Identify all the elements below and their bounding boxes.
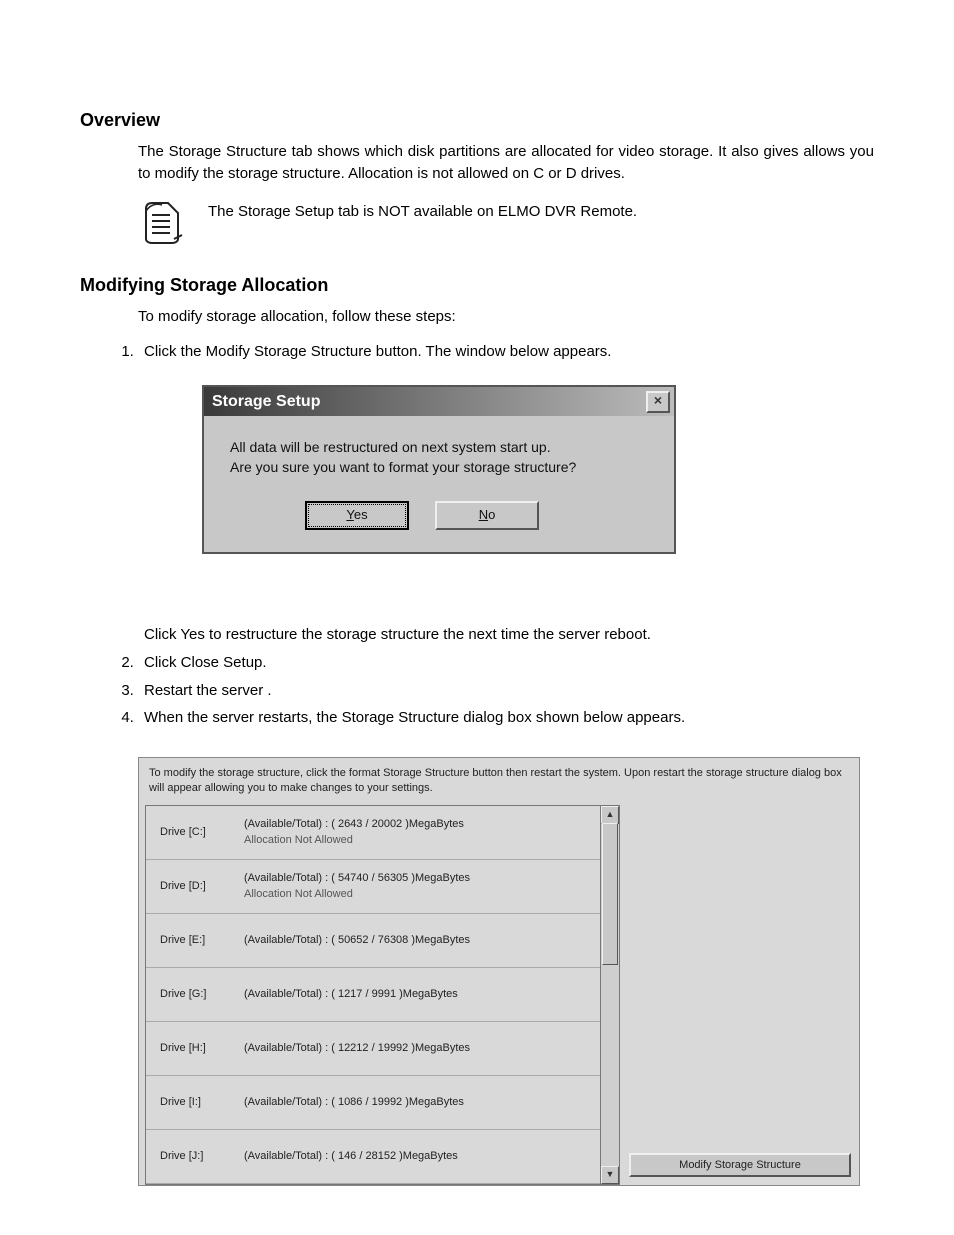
overview-note: The Storage Setup tab is NOT available o… <box>208 199 637 223</box>
drive-info: (Available/Total) : ( 1086 / 19992 )Mega… <box>244 1094 464 1111</box>
dialog-title: Storage Setup <box>212 390 320 413</box>
drive-info: (Available/Total) : ( 50652 / 76308 )Meg… <box>244 932 470 949</box>
close-icon[interactable]: × <box>646 391 670 413</box>
drive-row[interactable]: Drive [G:](Available/Total) : ( 1217 / 9… <box>146 968 600 1022</box>
drive-label: Drive [J:] <box>160 1150 244 1162</box>
scroll-up-icon[interactable]: ▲ <box>601 806 619 824</box>
drive-label: Drive [C:] <box>160 826 244 838</box>
modify-heading: Modifying Storage Allocation <box>80 275 874 296</box>
drive-label: Drive [I:] <box>160 1096 244 1108</box>
drive-label: Drive [G:] <box>160 988 244 1000</box>
overview-paragraph: The Storage Structure tab shows which di… <box>138 141 874 185</box>
drive-row[interactable]: Drive [C:](Available/Total) : ( 2643 / 2… <box>146 806 600 860</box>
yes-button-rest: es <box>354 507 368 522</box>
drive-list[interactable]: Drive [C:](Available/Total) : ( 2643 / 2… <box>145 805 601 1185</box>
drive-info: (Available/Total) : ( 2643 / 20002 )Mega… <box>244 816 464 849</box>
scrollbar[interactable]: ▲ ▼ <box>601 805 620 1185</box>
scroll-thumb[interactable] <box>602 823 618 965</box>
modify-intro: To modify storage allocation, follow the… <box>138 306 874 328</box>
drive-info: (Available/Total) : ( 146 / 28152 )MegaB… <box>244 1148 458 1165</box>
allocation-warning: Allocation Not Allowed <box>244 886 470 903</box>
drive-row[interactable]: Drive [H:](Available/Total) : ( 12212 / … <box>146 1022 600 1076</box>
storage-structure-panel: To modify the storage structure, click t… <box>138 757 860 1186</box>
allocation-warning: Allocation Not Allowed <box>244 832 464 849</box>
drive-row[interactable]: Drive [J:](Available/Total) : ( 146 / 28… <box>146 1130 600 1184</box>
note-icon <box>138 199 184 245</box>
step-2: Click Close Setup. <box>138 652 874 674</box>
drive-info: (Available/Total) : ( 54740 / 56305 )Meg… <box>244 870 470 903</box>
step-1: Click the Modify Storage Structure butto… <box>138 341 874 646</box>
drive-row[interactable]: Drive [D:](Available/Total) : ( 54740 / … <box>146 860 600 914</box>
steps-list: Click the Modify Storage Structure butto… <box>80 341 874 729</box>
drive-info: (Available/Total) : ( 1217 / 9991 )MegaB… <box>244 986 458 1003</box>
modify-storage-structure-button[interactable]: Modify Storage Structure <box>629 1153 851 1177</box>
drive-label: Drive [E:] <box>160 934 244 946</box>
step-4: When the server restarts, the Storage St… <box>138 707 874 729</box>
dialog-titlebar[interactable]: Storage Setup × <box>204 387 674 416</box>
scroll-down-icon[interactable]: ▼ <box>601 1166 619 1184</box>
step-1b: Click Yes to restructure the storage str… <box>144 626 651 643</box>
panel-header-text: To modify the storage structure, click t… <box>139 758 859 799</box>
yes-button[interactable]: Yes <box>305 501 409 530</box>
drive-label: Drive [D:] <box>160 880 244 892</box>
drive-info: (Available/Total) : ( 12212 / 19992 )Meg… <box>244 1040 470 1057</box>
drive-row[interactable]: Drive [I:](Available/Total) : ( 1086 / 1… <box>146 1076 600 1130</box>
drive-label: Drive [H:] <box>160 1042 244 1054</box>
storage-setup-dialog: Storage Setup × All data will be restruc… <box>202 385 676 554</box>
dialog-message: All data will be restructured on next sy… <box>230 438 654 477</box>
step-3: Restart the server . <box>138 680 874 702</box>
no-button[interactable]: No <box>435 501 539 530</box>
overview-heading: Overview <box>80 110 874 131</box>
no-button-rest: o <box>488 507 495 522</box>
drive-row[interactable]: Drive [E:](Available/Total) : ( 50652 / … <box>146 914 600 968</box>
